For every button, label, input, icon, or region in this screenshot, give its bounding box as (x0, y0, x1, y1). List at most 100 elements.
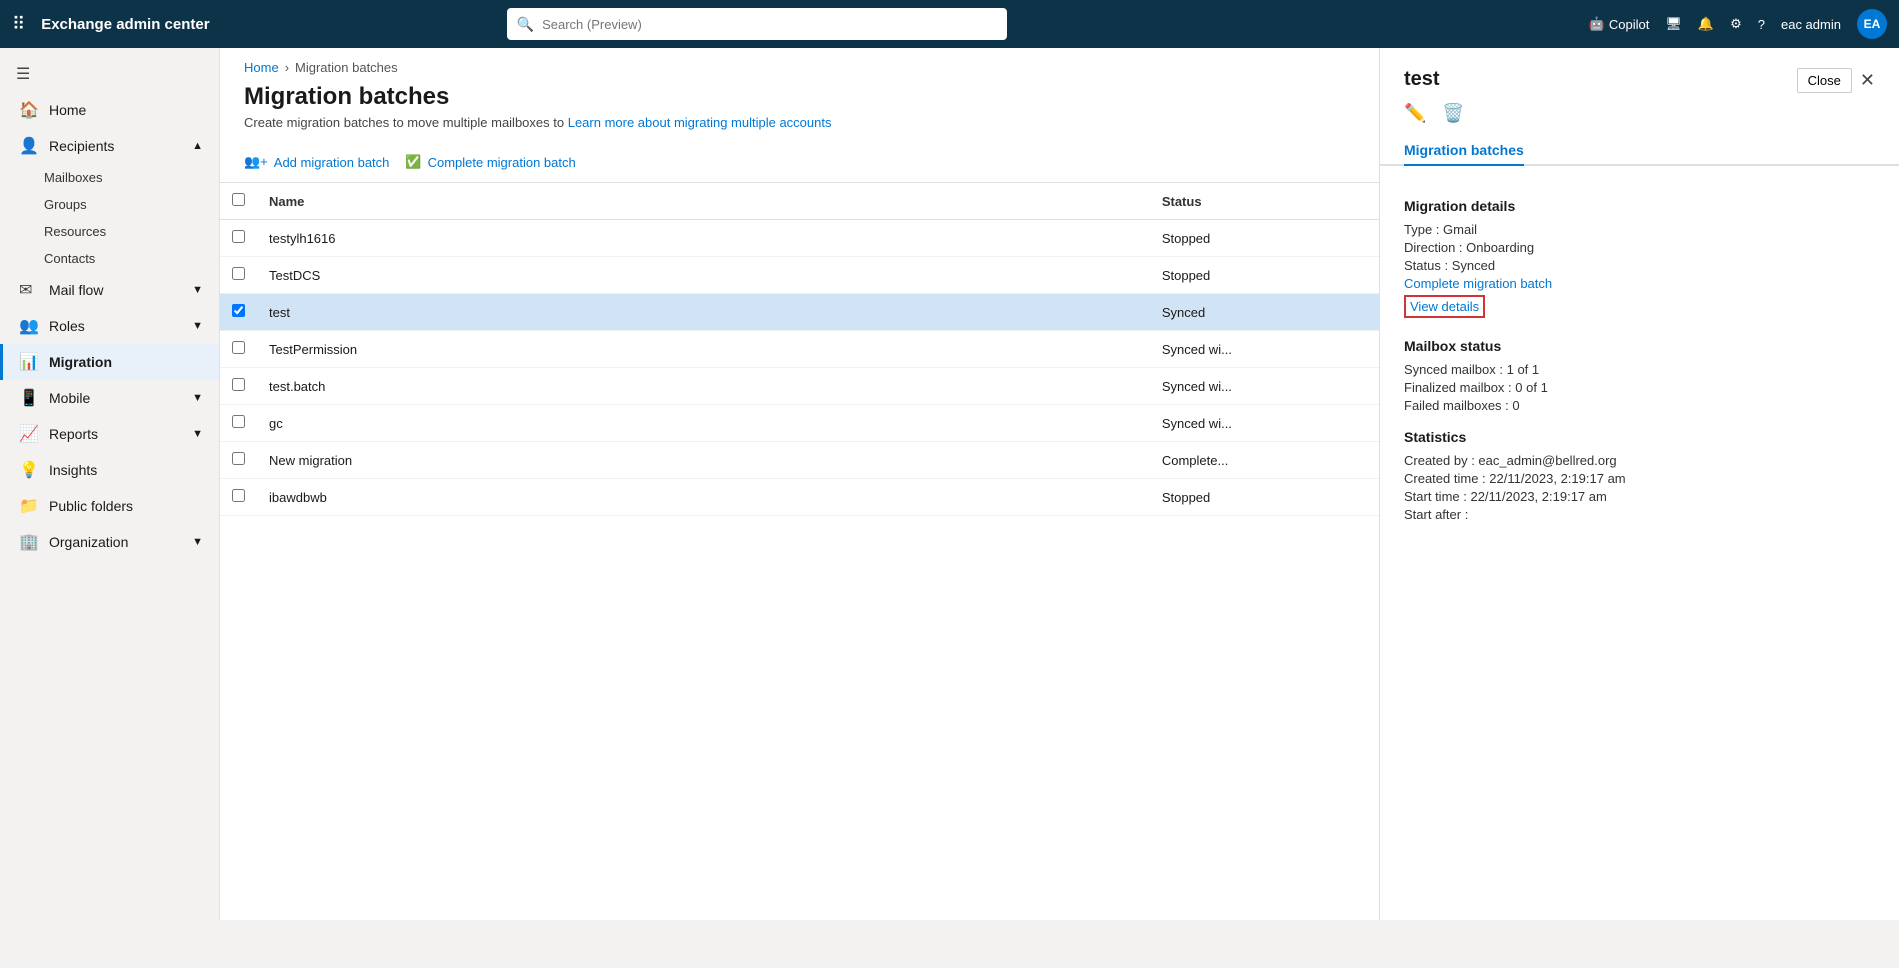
row-checkbox[interactable] (232, 489, 245, 502)
waffle-icon[interactable]: ⠿ (12, 14, 25, 35)
row-name: TestDCS (257, 257, 1150, 294)
sidebar-item-label: Mail flow (49, 282, 103, 298)
sidebar-item-label: Public folders (49, 498, 133, 514)
row-checkbox[interactable] (232, 341, 245, 354)
sidebar-item-home[interactable]: 🏠 Home (0, 92, 219, 128)
chevron-up-icon: ▲ (192, 140, 203, 152)
sidebar-item-roles[interactable]: 👥 Roles ▼ (0, 308, 219, 344)
chevron-down-icon: ▼ (192, 284, 203, 296)
chevron-down-icon: ▼ (192, 392, 203, 404)
learn-more-link[interactable]: Learn more about migrating multiple acco… (568, 115, 832, 130)
detail-body: Migration details Type : Gmail Direction… (1380, 166, 1899, 541)
edit-icon[interactable]: ✏️ (1404, 103, 1426, 124)
close-button[interactable]: Close (1797, 68, 1852, 93)
sidebar-item-label: Organization (49, 534, 128, 550)
row-name: gc (257, 405, 1150, 442)
help-icon[interactable]: ? (1758, 17, 1765, 32)
statistics-title: Statistics (1404, 429, 1875, 445)
sidebar-item-label: Migration (49, 354, 112, 370)
sidebar-hamburger[interactable]: ☰ (0, 56, 219, 92)
sidebar-item-resources[interactable]: Resources (44, 218, 219, 245)
topbar-actions: 🤖 Copilot 🖥 🔔 ⚙ ? eac admin EA (1589, 9, 1887, 39)
row-checkbox-cell[interactable] (220, 368, 257, 405)
view-details-link[interactable]: View details (1404, 295, 1485, 318)
recipients-icon: 👤 (19, 136, 39, 156)
sidebar-item-mailboxes[interactable]: Mailboxes (44, 164, 219, 191)
failed-mailboxes: Failed mailboxes : 0 (1404, 398, 1875, 413)
row-checkbox[interactable] (232, 230, 245, 243)
row-checkbox[interactable] (232, 378, 245, 391)
row-name: ibawdbwb (257, 479, 1150, 516)
chevron-down-icon: ▼ (192, 320, 203, 332)
breadcrumb-home[interactable]: Home (244, 60, 279, 75)
recipients-submenu: Mailboxes Groups Resources Contacts (0, 164, 219, 272)
layout: ☰ 🏠 Home 👤 Recipients ▲ Mailboxes Groups… (0, 48, 1899, 920)
detail-header: test Close ✕ (1380, 48, 1899, 93)
search-input[interactable] (542, 17, 997, 32)
row-name: New migration (257, 442, 1150, 479)
row-name: test (257, 294, 1150, 331)
sidebar-item-organization[interactable]: 🏢 Organization ▼ (0, 524, 219, 560)
row-checkbox-cell[interactable] (220, 257, 257, 294)
sidebar-item-label: Recipients (49, 138, 114, 154)
search-box[interactable]: 🔍 (507, 8, 1007, 40)
tab-migration-batches[interactable]: Migration batches (1404, 134, 1524, 166)
complete-migration-link[interactable]: Complete migration batch (1404, 276, 1875, 291)
sidebar-item-contacts[interactable]: Contacts (44, 245, 219, 272)
complete-migration-batch-button[interactable]: ✅ Complete migration batch (405, 150, 575, 174)
settings-icon[interactable]: ⚙ (1730, 16, 1742, 32)
sidebar-item-insights[interactable]: 💡 Insights (0, 452, 219, 488)
insights-icon: 💡 (19, 460, 39, 480)
row-checkbox-cell[interactable] (220, 405, 257, 442)
delete-icon[interactable]: 🗑️ (1442, 103, 1464, 124)
row-checkbox-cell[interactable] (220, 331, 257, 368)
finalized-mailbox: Finalized mailbox : 0 of 1 (1404, 380, 1875, 395)
row-checkbox-cell[interactable] (220, 442, 257, 479)
row-checkbox[interactable] (232, 452, 245, 465)
row-checkbox-cell[interactable] (220, 294, 257, 331)
avatar[interactable]: EA (1857, 9, 1887, 39)
home-icon: 🏠 (19, 100, 39, 120)
row-checkbox[interactable] (232, 415, 245, 428)
sidebar: ☰ 🏠 Home 👤 Recipients ▲ Mailboxes Groups… (0, 48, 220, 920)
start-time: Start time : 22/11/2023, 2:19:17 am (1404, 489, 1875, 504)
row-checkbox[interactable] (232, 304, 245, 317)
close-x-icon[interactable]: ✕ (1860, 70, 1875, 91)
synced-mailbox: Synced mailbox : 1 of 1 (1404, 362, 1875, 377)
sidebar-item-recipients[interactable]: 👤 Recipients ▲ (0, 128, 219, 164)
created-by: Created by : eac_admin@bellred.org (1404, 453, 1875, 468)
sidebar-item-groups[interactable]: Groups (44, 191, 219, 218)
topbar: ⠿ Exchange admin center 🔍 🤖 Copilot 🖥 🔔 … (0, 0, 1899, 48)
detail-title: test (1404, 68, 1440, 91)
row-checkbox[interactable] (232, 267, 245, 280)
row-checkbox-cell[interactable] (220, 479, 257, 516)
row-checkbox-cell[interactable] (220, 220, 257, 257)
user-name: eac admin (1781, 17, 1841, 32)
sidebar-item-mobile[interactable]: 📱 Mobile ▼ (0, 380, 219, 416)
select-all-header[interactable] (220, 183, 257, 220)
public-folders-icon: 📁 (19, 496, 39, 516)
detail-panel: test Close ✕ ✏️ 🗑️ Migration batches Mig… (1379, 48, 1899, 920)
sidebar-item-mail-flow[interactable]: ✉ Mail flow ▼ (0, 272, 219, 308)
add-icon: 👥+ (244, 154, 268, 170)
detail-tabs: Migration batches (1380, 134, 1899, 166)
bell-icon[interactable]: 🔔 (1698, 16, 1714, 32)
mail-flow-icon: ✉ (19, 280, 39, 300)
migration-direction: Direction : Onboarding (1404, 240, 1875, 255)
row-name: TestPermission (257, 331, 1150, 368)
copilot-button[interactable]: 🤖 Copilot (1589, 16, 1650, 32)
sidebar-item-label: Mobile (49, 390, 90, 406)
sidebar-item-reports[interactable]: 📈 Reports ▼ (0, 416, 219, 452)
add-migration-batch-button[interactable]: 👥+ Add migration batch (244, 150, 389, 174)
start-after: Start after : (1404, 507, 1875, 522)
mail-icon[interactable]: 🖥 (1665, 16, 1682, 32)
sidebar-item-migration[interactable]: 📊 Migration (0, 344, 219, 380)
select-all-checkbox[interactable] (232, 193, 245, 206)
complete-icon: ✅ (405, 154, 421, 170)
detail-action-icons: ✏️ 🗑️ (1380, 93, 1899, 134)
reports-icon: 📈 (19, 424, 39, 444)
chevron-down-icon: ▼ (192, 428, 203, 440)
sidebar-item-public-folders[interactable]: 📁 Public folders (0, 488, 219, 524)
row-name: test.batch (257, 368, 1150, 405)
row-name: testylh1616 (257, 220, 1150, 257)
